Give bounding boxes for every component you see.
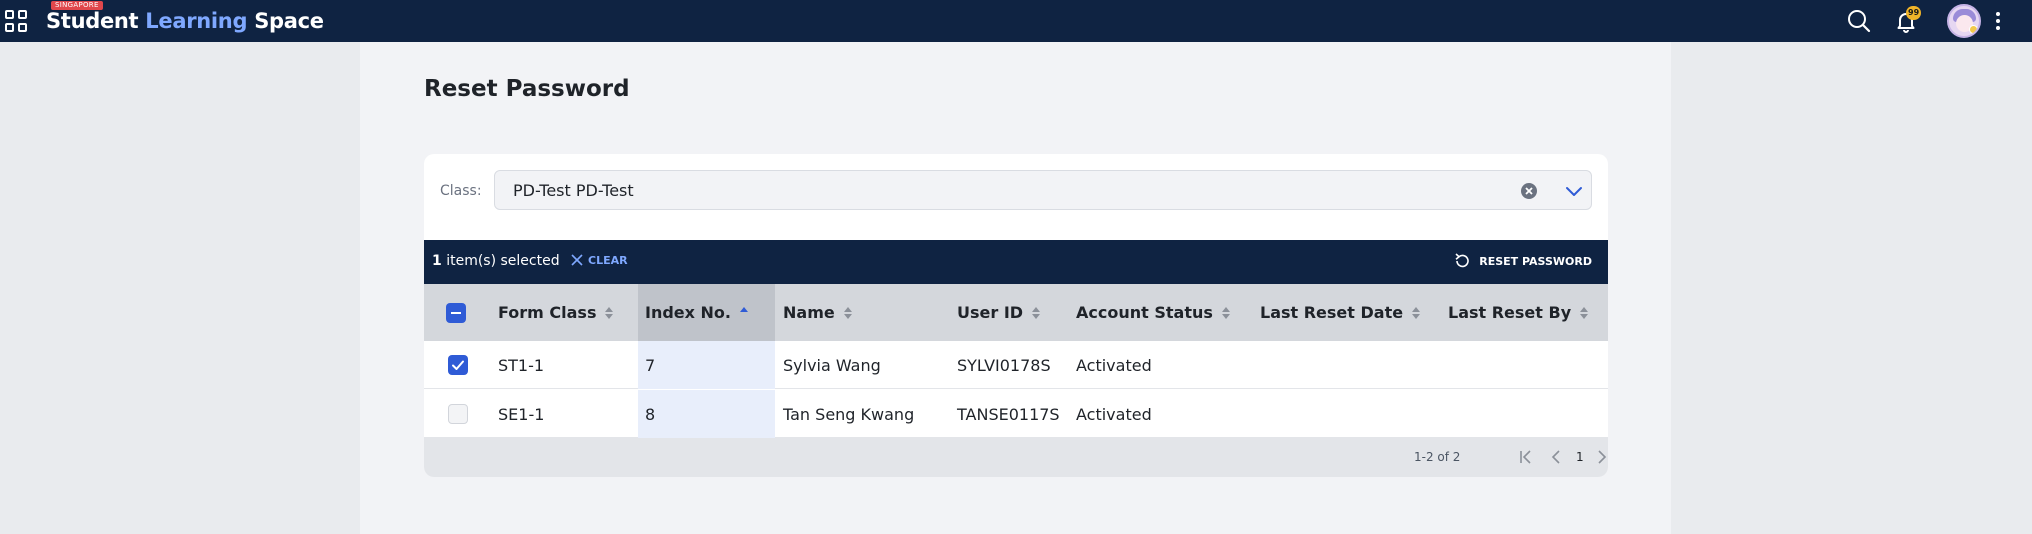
cell-form-class: ST1-1 (498, 355, 545, 375)
notification-badge: 99 (1906, 6, 1922, 20)
column-header-last-reset-date[interactable]: Last Reset Date (1260, 284, 1445, 341)
avatar (1947, 4, 1981, 38)
next-page-icon[interactable] (1594, 448, 1608, 466)
cell-name: Tan Seng Kwang (783, 404, 915, 424)
cell-user-id: TANSE0117S (957, 404, 1060, 424)
search-button[interactable] (1843, 0, 1875, 42)
row-checkbox[interactable] (448, 355, 468, 375)
pagination-range: 1-2 of 2 (1414, 450, 1461, 464)
brand-word-3: Space (254, 9, 324, 33)
class-select-value: PD-Test PD-Test (513, 181, 634, 200)
clear-selection-icon[interactable] (1520, 182, 1538, 200)
column-header-index-no[interactable]: Index No. (638, 284, 775, 341)
sort-ascending-icon (740, 306, 748, 320)
column-header-user-id[interactable]: User ID (957, 284, 1072, 341)
sort-icon (843, 306, 852, 320)
cell-index-no: 7 (638, 341, 775, 389)
select-all-checkbox[interactable] (446, 303, 466, 323)
selected-count: 1 item(s) selected (432, 253, 560, 269)
column-header-last-reset-by[interactable]: Last Reset By (1448, 284, 1603, 341)
column-header-account-status[interactable]: Account Status (1076, 284, 1256, 341)
cell-name: Sylvia Wang (783, 355, 881, 375)
current-page: 1 (1576, 450, 1584, 464)
cell-user-id: SYLVI0178S (957, 355, 1051, 375)
reset-icon (1455, 253, 1470, 268)
selection-action-bar: 1 item(s) selected CLEAR RESET PASSWORD (424, 240, 1608, 284)
table-row[interactable]: ST1-1 7 Sylvia Wang SYLVI0178S Activated (424, 341, 1608, 389)
column-header-name[interactable]: Name (783, 284, 953, 341)
close-icon (571, 254, 583, 266)
class-filter-label: Class: (440, 183, 482, 199)
table-footer: 1-2 of 2 1 (424, 438, 1608, 477)
sort-icon (1032, 306, 1041, 320)
row-checkbox[interactable] (448, 404, 468, 424)
cell-account-status: Activated (1076, 355, 1152, 375)
brand-word-2: Learning (145, 9, 248, 33)
cell-form-class: SE1-1 (498, 404, 545, 424)
first-page-icon[interactable] (1518, 448, 1534, 466)
more-options-icon[interactable] (1990, 0, 2006, 42)
clear-label: CLEAR (588, 253, 628, 267)
class-select[interactable]: PD-Test PD-Test (494, 170, 1592, 210)
chevron-down-icon[interactable] (1563, 182, 1585, 200)
reset-password-label: RESET PASSWORD (1479, 254, 1592, 268)
user-avatar-button[interactable] (1944, 0, 1984, 42)
table-row[interactable]: SE1-1 8 Tan Seng Kwang TANSE0117S Activa… (424, 390, 1608, 438)
brand-word-1: Student (46, 9, 139, 33)
previous-page-icon[interactable] (1548, 448, 1564, 466)
reset-password-button[interactable]: RESET PASSWORD (1453, 252, 1592, 270)
sort-icon (605, 306, 614, 320)
search-icon (1848, 10, 1871, 33)
table-header: Form Class Index No. Name User ID Accoun… (424, 284, 1608, 341)
brand-name: Student Learning Space (46, 9, 324, 33)
cell-index-no: 8 (638, 390, 775, 438)
sort-icon (1221, 306, 1230, 320)
notifications-button[interactable]: 99 (1890, 0, 1922, 42)
sort-icon (1412, 306, 1421, 320)
checkmark-icon (452, 360, 464, 370)
clear-selection-button[interactable]: CLEAR (570, 253, 628, 267)
top-bar: SINGAPORE Student Learning Space 99 (0, 0, 2032, 42)
column-header-form-class[interactable]: Form Class (498, 284, 638, 341)
page-title: Reset Password (424, 76, 630, 102)
sort-icon (1580, 306, 1589, 320)
cell-account-status: Activated (1076, 404, 1152, 424)
reset-password-card: Class: PD-Test PD-Test 1 item(s) selecte… (424, 154, 1608, 477)
main-panel: Reset Password Class: PD-Test PD-Test 1 … (360, 42, 1671, 534)
apps-grid-icon[interactable] (5, 10, 27, 32)
